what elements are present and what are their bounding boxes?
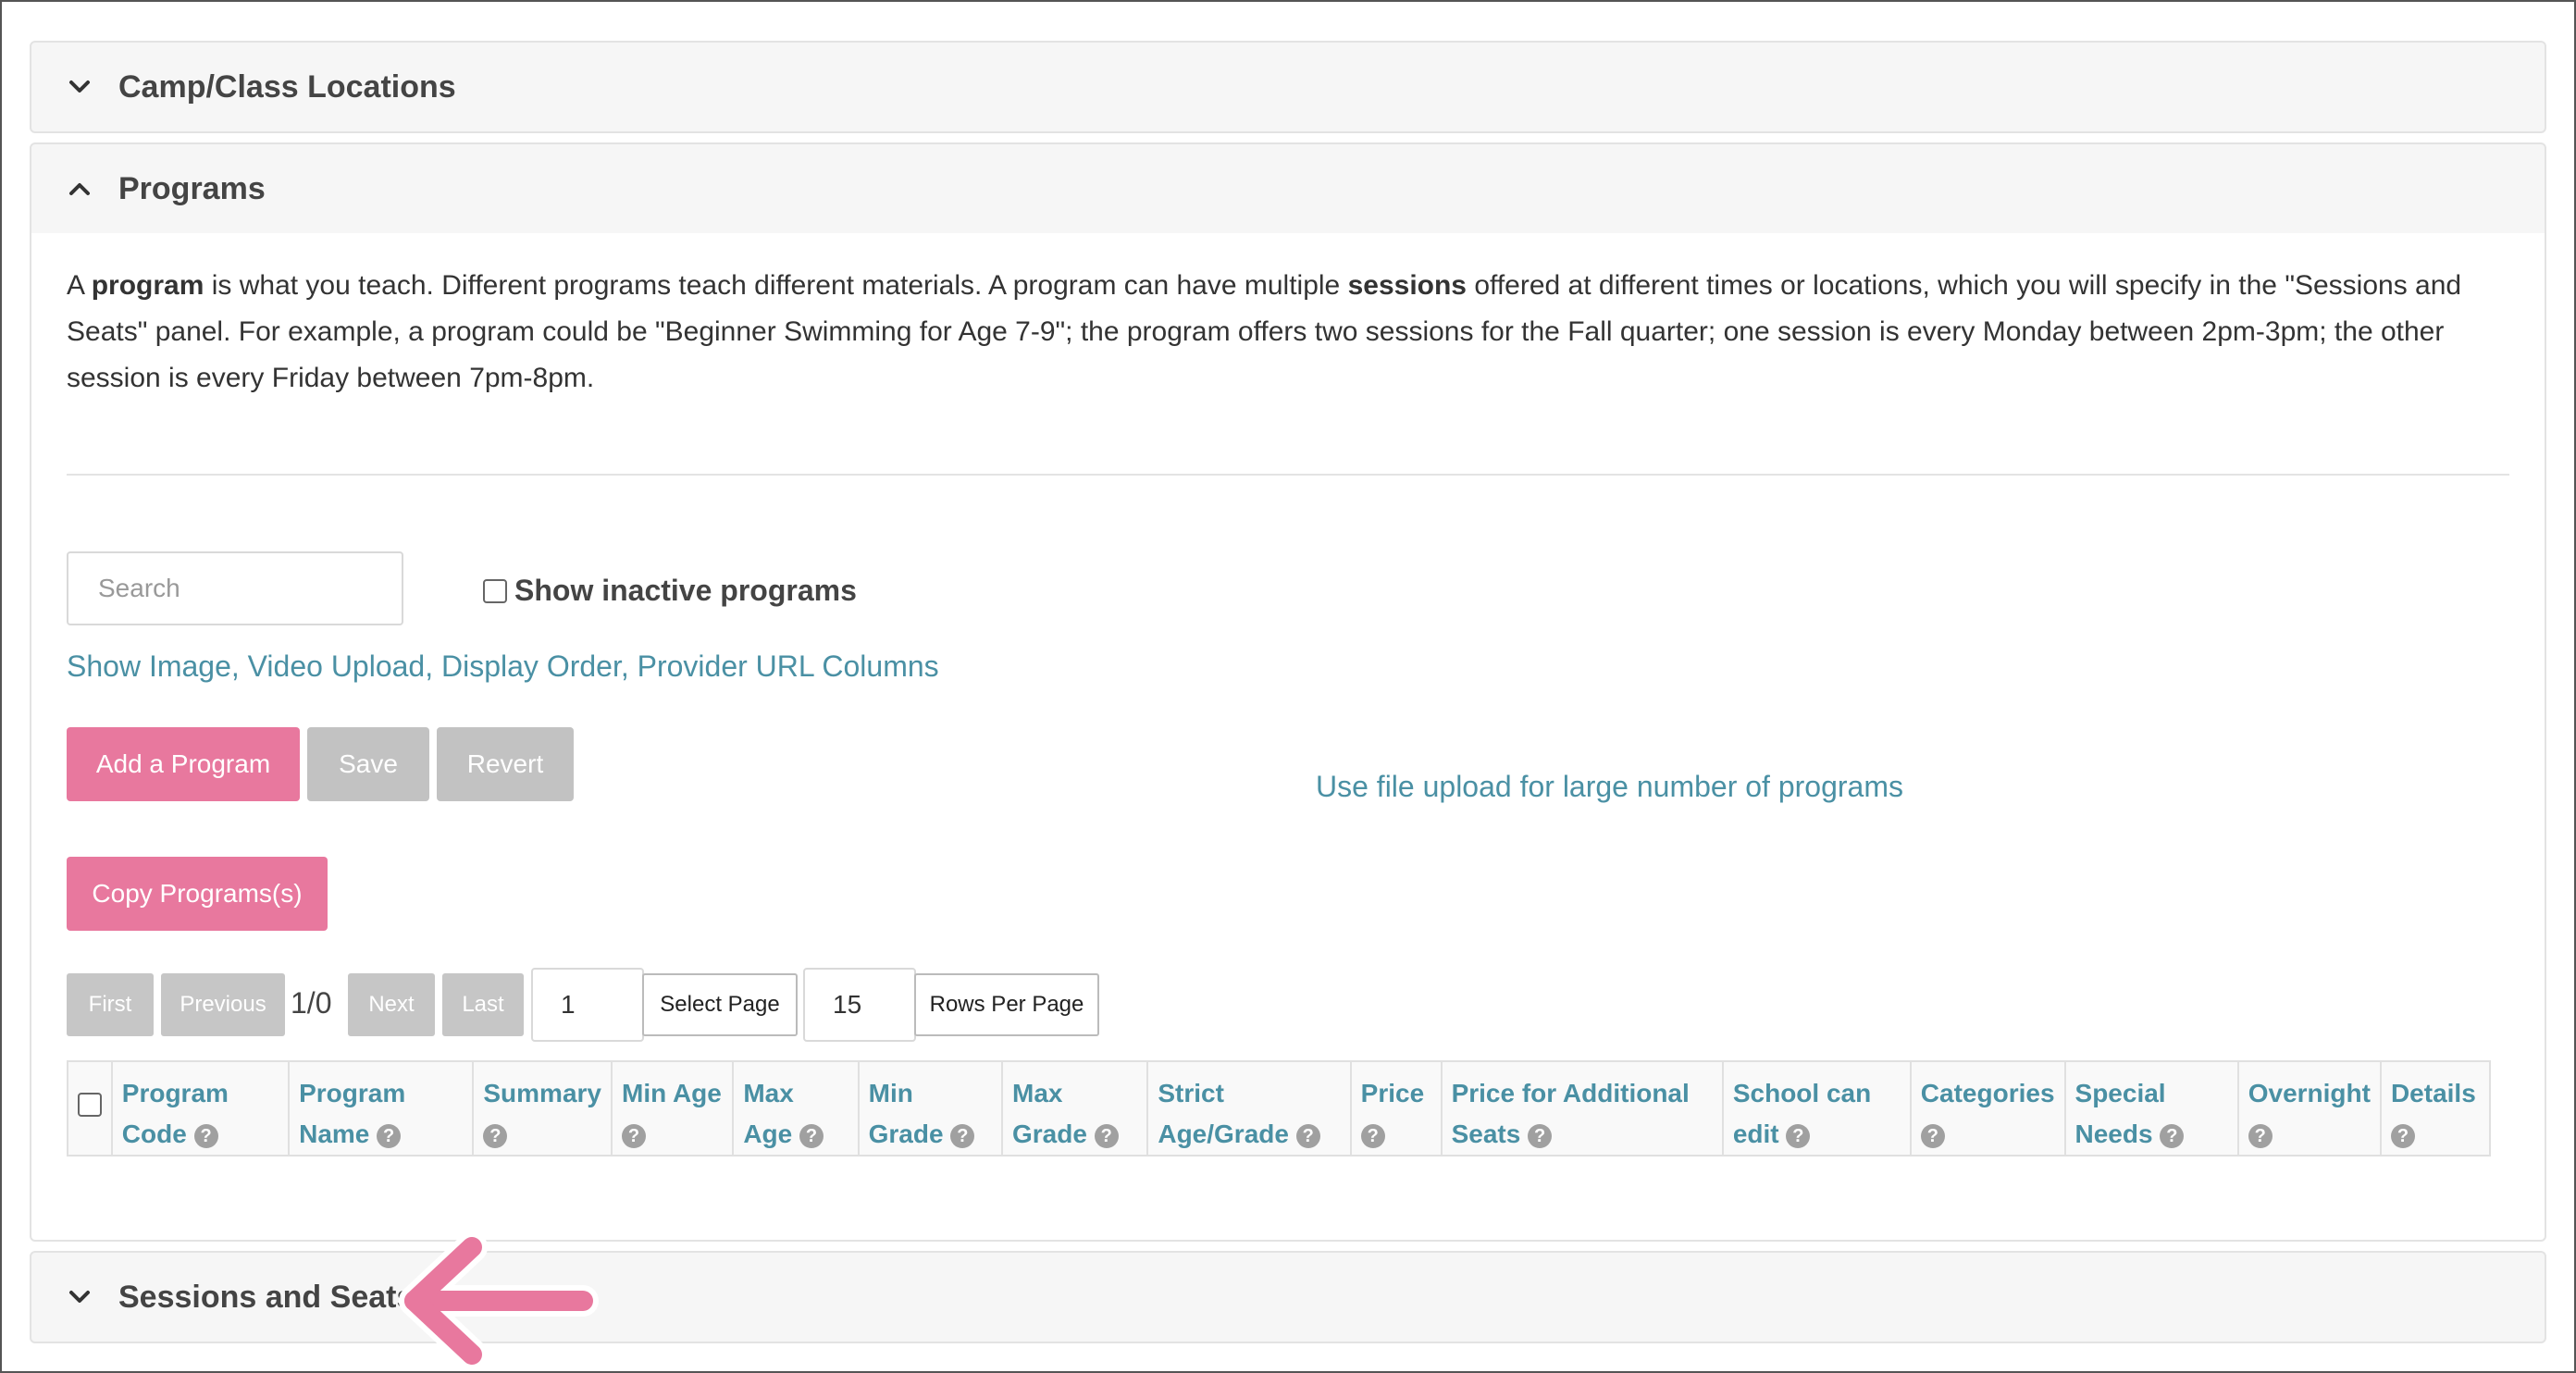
rows-per-page-input[interactable] — [803, 968, 916, 1042]
panel-title: Sessions and Seats — [118, 1279, 415, 1315]
page-number-input[interactable] — [531, 968, 644, 1042]
add-program-button[interactable]: Add a Program — [67, 727, 300, 801]
pointer-arrow-icon — [399, 1231, 599, 1370]
help-icon[interactable]: ? — [1360, 1123, 1385, 1148]
help-icon[interactable]: ? — [483, 1123, 508, 1148]
show-inactive-toggle[interactable]: Show inactive programs — [483, 574, 857, 608]
column-header[interactable]: Min Grade ? — [857, 1060, 1004, 1157]
search-input[interactable] — [67, 551, 403, 625]
help-icon[interactable]: ? — [1786, 1123, 1811, 1148]
column-header-label: Special Needs — [2074, 1079, 2166, 1148]
help-icon[interactable]: ? — [1295, 1123, 1320, 1148]
help-icon[interactable]: ? — [950, 1123, 975, 1148]
help-icon[interactable]: ? — [799, 1123, 824, 1148]
chevron-down-icon — [69, 1291, 90, 1303]
help-icon[interactable]: ? — [622, 1123, 646, 1148]
column-header[interactable]: School can edit ? — [1721, 1060, 1912, 1157]
revert-button[interactable]: Revert — [437, 727, 574, 801]
page-status: 1/0 — [291, 986, 332, 1020]
column-header[interactable]: Price for Additional Seats ? — [1440, 1060, 1724, 1157]
column-header-label: Min Age — [622, 1079, 722, 1107]
column-header-label: Summary — [483, 1079, 601, 1107]
previous-page-button[interactable]: Previous — [161, 973, 285, 1036]
panel-header-locations[interactable]: Camp/Class Locations — [30, 41, 2546, 133]
column-header-label: Min Grade — [868, 1079, 944, 1148]
help-icon[interactable]: ? — [2248, 1123, 2273, 1148]
column-header-label: Overnight — [2248, 1079, 2371, 1107]
help-icon[interactable]: ? — [193, 1123, 218, 1148]
column-header[interactable]: Max Age ? — [732, 1060, 860, 1157]
copy-programs-button[interactable]: Copy Programs(s) — [67, 857, 328, 931]
column-header[interactable]: Program Name ? — [288, 1060, 475, 1157]
help-icon[interactable]: ? — [377, 1123, 402, 1148]
column-header[interactable]: Price ? — [1349, 1060, 1443, 1157]
next-page-button[interactable]: Next — [348, 973, 435, 1036]
file-upload-link[interactable]: Use file upload for large number of prog… — [1316, 770, 1903, 804]
column-header[interactable]: Summary ? — [472, 1060, 613, 1157]
chevron-down-icon — [69, 80, 90, 93]
select-all-cell — [67, 1060, 113, 1157]
last-page-button[interactable]: Last — [442, 973, 524, 1036]
column-header-label: Price — [1360, 1079, 1425, 1107]
help-icon[interactable]: ? — [2390, 1123, 2415, 1148]
programs-table: Program Code ? Program Name ? Summary ? Min… — [67, 1060, 2492, 1157]
column-header[interactable]: Program Code ? — [110, 1060, 291, 1157]
select-page-button[interactable]: Select Page — [642, 973, 798, 1036]
panel-title: Camp/Class Locations — [118, 68, 456, 105]
column-header[interactable]: Overnight ? — [2236, 1060, 2382, 1157]
column-header-label: Details — [2390, 1079, 2476, 1107]
divider — [67, 474, 2509, 476]
column-header-label: Max Age — [743, 1079, 794, 1148]
column-header-label: Max Grade — [1012, 1079, 1087, 1148]
column-header-label: Strict Age/Grade — [1158, 1079, 1289, 1148]
column-header[interactable]: Special Needs ? — [2063, 1060, 2239, 1157]
column-header[interactable]: Max Grade ? — [1000, 1060, 1149, 1157]
rows-per-page-button[interactable]: Rows Per Page — [914, 973, 1099, 1036]
column-header-label: Price for Additional Seats — [1451, 1079, 1690, 1148]
select-all-checkbox[interactable] — [77, 1093, 102, 1117]
column-header[interactable]: Strict Age/Grade ? — [1146, 1060, 1352, 1157]
save-button[interactable]: Save — [307, 727, 429, 801]
panel-header-programs[interactable]: Programs — [30, 142, 2546, 235]
column-header[interactable]: Categories ? — [1909, 1060, 2066, 1157]
help-icon[interactable]: ? — [2160, 1123, 2185, 1148]
first-page-button[interactable]: First — [67, 973, 154, 1036]
chevron-up-icon — [69, 183, 90, 195]
show-inactive-label: Show inactive programs — [514, 574, 857, 607]
column-header[interactable]: Min Age ? — [610, 1060, 735, 1157]
panel-title: Programs — [118, 170, 266, 206]
help-icon[interactable]: ? — [1920, 1123, 1945, 1148]
table-header-row: Program Code ? Program Name ? Summary ? Min… — [67, 1060, 2492, 1157]
show-columns-link[interactable]: Show Image, Video Upload, Display Order,… — [67, 649, 939, 684]
help-icon[interactable]: ? — [1094, 1123, 1119, 1148]
show-inactive-checkbox[interactable] — [483, 578, 507, 603]
programs-description: A program is what you teach. Different p… — [67, 270, 2462, 393]
column-header[interactable]: Details ? — [2379, 1060, 2492, 1157]
help-icon[interactable]: ? — [1528, 1123, 1553, 1148]
column-header-label: Categories — [1920, 1079, 2055, 1107]
